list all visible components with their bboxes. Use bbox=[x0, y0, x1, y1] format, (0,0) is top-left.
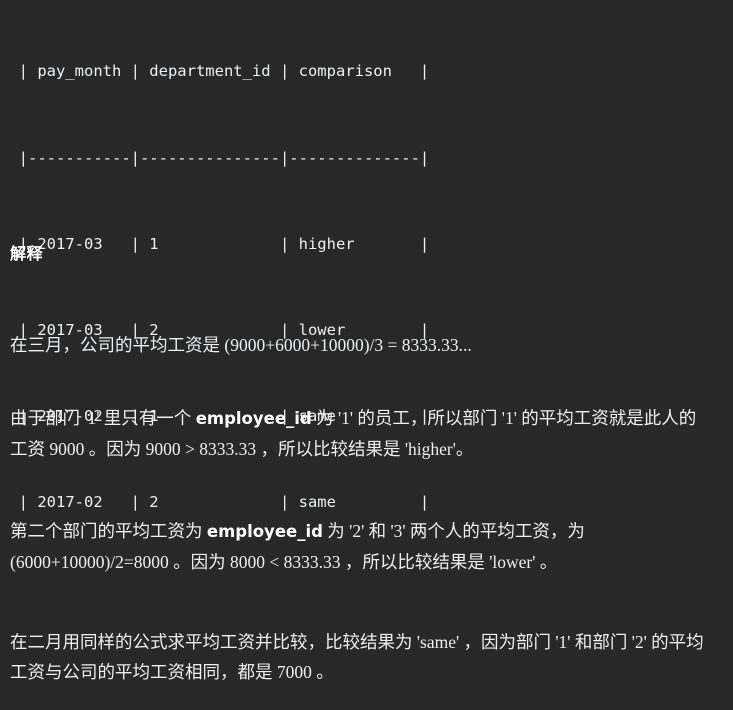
table-separator-row: |-----------|---------------|-----------… bbox=[0, 148, 430, 167]
employee-id-code-1: employee_id bbox=[195, 409, 312, 428]
explanation-paragraph-3: 第二个部门的平均工资为 employee_id 为 '2' 和 '3' 两个人的… bbox=[10, 516, 710, 577]
explanation-heading: 解释 bbox=[10, 244, 44, 263]
paragraph-3-text-before: 第二个部门的平均工资为 bbox=[10, 521, 207, 541]
table-row: | 2017-03 | 1 | higher | bbox=[0, 234, 430, 253]
explanation-body: 在三月，公司的平均工资是 (9000+6000+10000)/3 = 8333.… bbox=[10, 330, 710, 687]
table-header-row: | pay_month | department_id | comparison… bbox=[0, 62, 430, 81]
paragraph-2-text-before: 由于部门 '1' 里只有一个 bbox=[10, 408, 196, 428]
explanation-paragraph-4: 在二月用同样的公式求平均工资并比较，比较结果为 'same' ，因为部门 '1'… bbox=[10, 632, 704, 682]
employee-id-code-2: employee_id bbox=[206, 522, 323, 541]
explanation-paragraph-1: 在三月，公司的平均工资是 (9000+6000+10000)/3 = 8333.… bbox=[10, 335, 472, 355]
explanation-page: | pay_month | department_id | comparison… bbox=[0, 0, 733, 710]
explanation-paragraph-2: 由于部门 '1' 里只有一个 employee_id 为 '1' 的员工，所以部… bbox=[10, 403, 710, 464]
